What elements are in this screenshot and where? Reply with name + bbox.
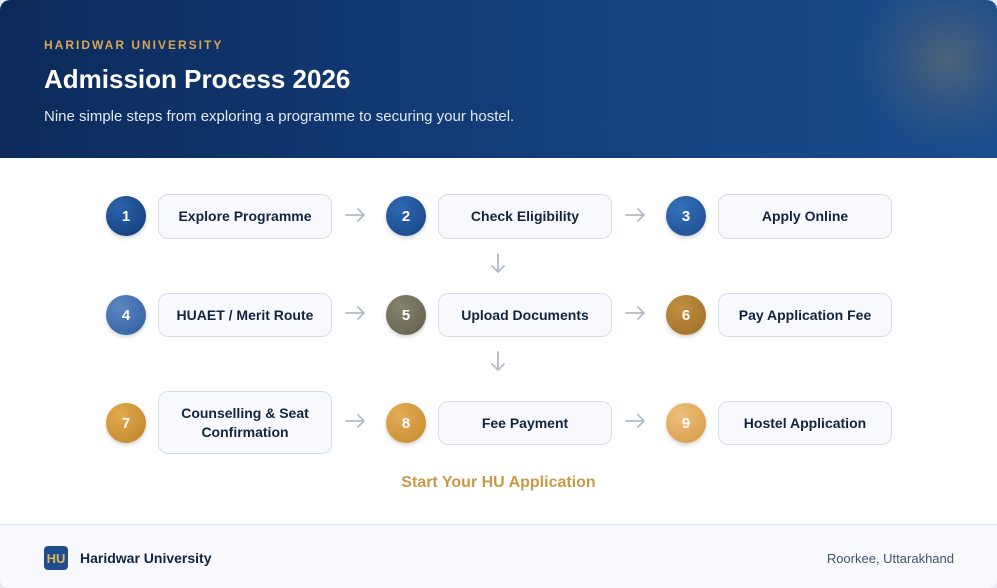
- arrow-down-icon: [491, 351, 505, 371]
- step-4-number: 4: [106, 295, 146, 335]
- step-2-check-eligibility[interactable]: Check Eligibility: [438, 194, 612, 239]
- footer-university-name: Haridwar University: [80, 550, 212, 566]
- step-1-number: 1: [106, 196, 146, 236]
- footer: HU Haridwar University Roorkee, Uttarakh…: [0, 524, 997, 588]
- arrow-right-icon: [625, 306, 645, 320]
- step-8-fee-payment[interactable]: Fee Payment: [438, 401, 612, 445]
- header-glow: [857, 0, 997, 150]
- page-subtitle: Nine simple steps from exploring a progr…: [44, 108, 515, 125]
- arrow-right-icon: [625, 414, 645, 428]
- header-banner: HARIDWAR UNIVERSITY Admission Process 20…: [0, 0, 997, 158]
- step-5-number: 5: [386, 295, 426, 335]
- step-7-number: 7: [106, 403, 146, 443]
- step-9-hostel-application[interactable]: Hostel Application: [718, 401, 892, 445]
- step-3-number: 3: [666, 196, 706, 236]
- arrow-right-icon: [345, 208, 365, 222]
- page-title: Admission Process 2026: [44, 64, 351, 94]
- step-2-number: 2: [386, 196, 426, 236]
- step-5-upload-documents[interactable]: Upload Documents: [438, 293, 612, 337]
- start-application-link[interactable]: Start Your HU Application: [0, 474, 997, 492]
- step-1-explore-programme[interactable]: Explore Programme: [158, 194, 332, 239]
- step-6-number: 6: [666, 295, 706, 335]
- step-6-pay-application-fee[interactable]: Pay Application Fee: [718, 293, 892, 337]
- step-7-counselling-seat-confirmation[interactable]: Counselling & Seat Confirmation: [158, 391, 332, 454]
- arrow-right-icon: [345, 306, 365, 320]
- arrow-right-icon: [625, 208, 645, 222]
- university-logo: HU: [44, 546, 68, 570]
- step-8-number: 8: [386, 403, 426, 443]
- footer-location: Roorkee, Uttarakhand: [826, 551, 954, 566]
- header-eyebrow: HARIDWAR UNIVERSITY: [44, 38, 224, 52]
- arrow-right-icon: [345, 414, 365, 428]
- admission-card: HARIDWAR UNIVERSITY Admission Process 20…: [0, 0, 997, 588]
- step-3-apply-online[interactable]: Apply Online: [718, 194, 892, 239]
- step-9-number: 9: [666, 403, 706, 443]
- step-4-huaet-merit-route[interactable]: HUAET / Merit Route: [158, 293, 332, 337]
- arrow-down-icon: [491, 253, 505, 273]
